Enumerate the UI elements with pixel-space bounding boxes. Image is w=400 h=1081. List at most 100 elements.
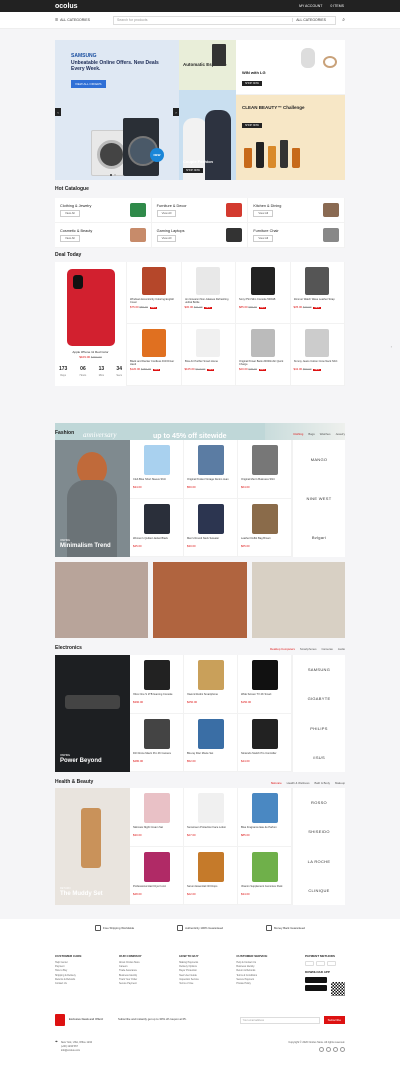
brand-logo[interactable]: SHISEIDO <box>308 829 330 834</box>
search-category-select[interactable]: ALL CATEGORIES <box>292 18 332 22</box>
product-card[interactable]: Serum Essential Oil Drops $22.00 <box>184 846 238 905</box>
product-image[interactable] <box>143 503 170 534</box>
category-card[interactable]: Clothing & Jewelry View All <box>55 198 152 223</box>
product-image[interactable] <box>251 851 278 882</box>
product-card[interactable]: Nintendo Switch Pro Controller $44.00 <box>238 713 292 772</box>
product-card[interactable]: Men's Round Neck Sweater $30.00 <box>184 498 238 557</box>
product-name[interactable]: Xiaomi Redmi Smartphone <box>187 693 234 699</box>
product-image[interactable] <box>250 267 275 295</box>
google-play-button[interactable] <box>305 985 327 991</box>
beauty-shop-button[interactable]: SHOP NOW <box>242 123 262 128</box>
product-card[interactable]: Vitamin Supplement Gummies Pack $34.00 <box>238 846 292 905</box>
brand-logo[interactable]: PHILIPS <box>310 726 327 731</box>
view-all-button[interactable]: View All <box>156 234 177 242</box>
product-image[interactable] <box>143 793 170 823</box>
product-card[interactable]: Sony PS4 Slim Console 500GB $85.00 $90.00… <box>236 262 291 324</box>
espresso-banner[interactable]: Automatic Espresso <box>179 40 236 90</box>
product-name[interactable]: Wide Screen TV 4K Smart <box>241 693 288 699</box>
product-card[interactable]: Xbox One S 1TB Gaming Console $390.00 <box>130 655 184 714</box>
product-image[interactable] <box>305 267 330 295</box>
product-image[interactable] <box>251 793 278 823</box>
footer-link[interactable]: Terms of Use <box>179 982 199 986</box>
category-name[interactable]: Clothing & Jewelry <box>60 204 91 208</box>
category-name[interactable]: Kitchen & Dining <box>253 204 281 208</box>
logo[interactable]: ocolus <box>55 3 78 10</box>
product-name[interactable]: Slimmer Watch Wave Leather Strap <box>294 298 342 304</box>
product-name[interactable]: Xbox One S 1TB Gaming Console <box>133 693 180 699</box>
category-card[interactable]: Gaming Laptops View All <box>151 223 249 248</box>
product-image[interactable] <box>143 851 170 882</box>
product-image[interactable] <box>251 445 278 475</box>
featured-deal-name[interactable]: Apple iPhone 11 Red Color <box>55 350 126 354</box>
lg-banner[interactable]: WIN with LG SHOP NOW <box>236 40 345 95</box>
lg-shop-button[interactable]: SHOP NOW <box>242 81 262 87</box>
couple-shop-button[interactable]: SHOP NOW <box>183 168 203 173</box>
product-name[interactable]: Vitamin Supplement Gummies Pack <box>241 885 288 891</box>
section-tab[interactable]: Watches <box>320 432 331 436</box>
brand-logo[interactable]: MANGO <box>311 457 328 462</box>
product-card[interactable]: Slimmer Watch Wave Leather Strap $35.00 $… <box>290 262 345 324</box>
side-arrow-icon[interactable]: › <box>391 344 392 349</box>
product-name[interactable]: Tommy Jeans Cotton Crew Neck Shirt <box>294 360 342 366</box>
featured-deal[interactable]: Apple iPhone 11 Red Color $109.00 $154.0… <box>55 262 127 386</box>
beauty-banner[interactable]: CLEAN BEAUTY™ Challenge SHOP NOW <box>236 95 345 180</box>
fashion-banner[interactable]: INSPIRE Minimalism Trend <box>55 440 130 557</box>
lookbook-image[interactable] <box>55 562 149 638</box>
view-all-button[interactable]: View All <box>156 209 177 217</box>
lookbook-image[interactable] <box>251 562 345 638</box>
search-input[interactable]: Search for products ALL CATEGORIES <box>113 15 337 25</box>
section-tab[interactable]: Skincare <box>271 781 282 785</box>
product-image[interactable] <box>305 329 330 357</box>
product-image[interactable] <box>251 503 278 534</box>
lookbook-image[interactable] <box>153 562 247 638</box>
instagram-icon[interactable] <box>333 1047 338 1052</box>
section-tab[interactable]: Desktop Computers <box>270 647 295 651</box>
facebook-icon[interactable] <box>319 1047 324 1052</box>
product-card[interactable]: Club Blue Short Sleeve Shirt $34.00 <box>130 440 184 499</box>
brand-logo[interactable]: CLINIQUE <box>308 888 329 893</box>
view-all-button[interactable]: View All <box>60 209 80 217</box>
category-name[interactable]: Furniture & Decor <box>157 204 187 208</box>
product-image[interactable] <box>197 445 224 475</box>
section-tab[interactable]: Smartphones <box>300 647 317 651</box>
category-name[interactable]: Furniture Chair <box>253 229 278 233</box>
product-image[interactable] <box>197 503 224 534</box>
samsung-banner[interactable]: SAMSUNG Unbeatable Online Offers. New De… <box>55 40 179 180</box>
subscribe-button[interactable]: Subscribe <box>323 1016 345 1024</box>
product-image[interactable] <box>251 660 278 690</box>
product-image[interactable] <box>251 718 278 749</box>
product-card[interactable]: Gin Giovanni Non-Glasses Refreshing Herb… <box>181 262 236 324</box>
product-image[interactable] <box>141 267 166 295</box>
product-name[interactable]: Original Pocket Vintage Denim Jean <box>187 478 234 484</box>
footer-link[interactable]: Buyer Protection <box>179 969 199 973</box>
product-name[interactable]: Bliss Air Purifier Smart Home <box>185 360 233 366</box>
product-card[interactable]: Bliss Air Purifier Smart Home $105.00 $11… <box>181 324 236 386</box>
category-card[interactable]: Furniture & Decor View All <box>151 198 249 223</box>
product-name[interactable]: Men's Round Neck Sweater <box>187 537 234 543</box>
product-image[interactable] <box>143 660 170 690</box>
brand-logo[interactable]: ROSSO <box>311 800 327 805</box>
product-name[interactable]: Original Men's Business Shirt <box>241 478 288 484</box>
product-card[interactable]: Original Men's Business Shirt $64.00 <box>238 440 292 499</box>
view-all-button[interactable]: View All <box>253 234 274 242</box>
product-card[interactable]: Blue Fragrance Eau de Parfum $85.00 <box>238 788 292 847</box>
search-icon[interactable]: ⌕ <box>342 17 345 23</box>
product-image[interactable] <box>197 660 224 690</box>
all-categories-button[interactable]: ☰ ALL CATEGORIES <box>55 18 107 22</box>
product-name[interactable]: Windows Eccentricity Coloring English Co… <box>130 298 178 304</box>
footer-link[interactable]: Secure Payment <box>119 982 142 986</box>
product-name[interactable]: Black and Decker Cordless Drill Driver H… <box>130 360 178 366</box>
brand-logo[interactable]: /ISUS <box>313 755 325 760</box>
app-store-button[interactable] <box>305 977 327 983</box>
product-name[interactable]: Skincare Night Cream Set <box>133 826 180 832</box>
category-card[interactable]: Furniture Chair View All <box>248 223 345 248</box>
product-card[interactable]: DJI Drone Mavic Pro 4K Camera $480.00 <box>130 713 184 772</box>
product-image[interactable] <box>141 329 166 357</box>
product-image[interactable] <box>143 445 170 475</box>
view-offers-button[interactable]: VIEW ALL OFFERS <box>71 80 106 88</box>
section-tab[interactable]: Clothing <box>293 432 303 436</box>
product-card[interactable]: Original Power Bank 20000mAh Quick Charg… <box>236 324 291 386</box>
section-tab[interactable]: Bath & Body <box>314 781 330 785</box>
youtube-icon[interactable] <box>340 1047 345 1052</box>
couple-fashion-banner[interactable]: Couple Fashion SHOP NOW <box>179 90 236 180</box>
